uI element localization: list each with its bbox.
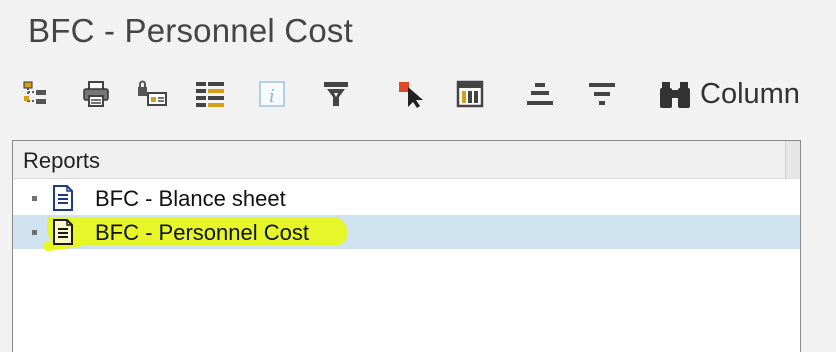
hierarchy-button[interactable]	[18, 76, 54, 112]
filter-button[interactable]	[584, 76, 620, 112]
tree-item-personnel-cost[interactable]: BFC - Personnel Cost	[13, 215, 800, 252]
variant-icon	[138, 80, 167, 106]
info-button[interactable]: i	[254, 76, 290, 112]
print-button[interactable]	[78, 76, 114, 112]
hierarchy-icon	[23, 81, 46, 104]
tree-header: Reports	[13, 141, 800, 179]
report-tree: Reports BFC - Blance sheet BFC - Personn…	[12, 140, 801, 352]
binoculars-icon	[660, 82, 690, 108]
title-bar: BFC - Personnel Cost	[0, 0, 836, 64]
svg-text:i: i	[269, 86, 275, 107]
column-label: Column	[700, 77, 800, 110]
list-layout-icon	[196, 82, 224, 107]
print-icon	[83, 81, 109, 107]
scrollbar-corner	[785, 141, 800, 179]
info-icon: i	[259, 81, 285, 107]
tree-bullet	[32, 230, 37, 235]
text-filter-button[interactable]	[318, 76, 354, 112]
tree-header-label: Reports	[23, 148, 101, 173]
document-icon	[53, 185, 73, 211]
window-title: BFC - Personnel Cost	[28, 12, 353, 49]
align-button[interactable]	[522, 76, 558, 112]
filter-icon	[589, 83, 615, 105]
tree-bullet	[32, 196, 37, 201]
filter-text-icon	[324, 82, 348, 106]
toolbar: i Column	[0, 70, 836, 122]
variant-button[interactable]	[134, 76, 170, 112]
document-icon	[53, 219, 73, 245]
column-button[interactable]: Column	[658, 76, 800, 112]
table-calculator-icon	[456, 80, 484, 108]
select-button[interactable]	[394, 76, 430, 112]
layout-button[interactable]	[192, 76, 228, 112]
tree-item-label: BFC - Personnel Cost	[95, 220, 309, 245]
report-window: BFC - Personnel Cost i Column Reports BF…	[0, 0, 836, 352]
tree-item-label: BFC - Blance sheet	[95, 186, 286, 211]
align-icon	[527, 83, 553, 105]
select-cursor-icon	[399, 82, 423, 108]
tree-item-blance-sheet[interactable]: BFC - Blance sheet	[13, 181, 800, 215]
table-button[interactable]	[452, 76, 488, 112]
